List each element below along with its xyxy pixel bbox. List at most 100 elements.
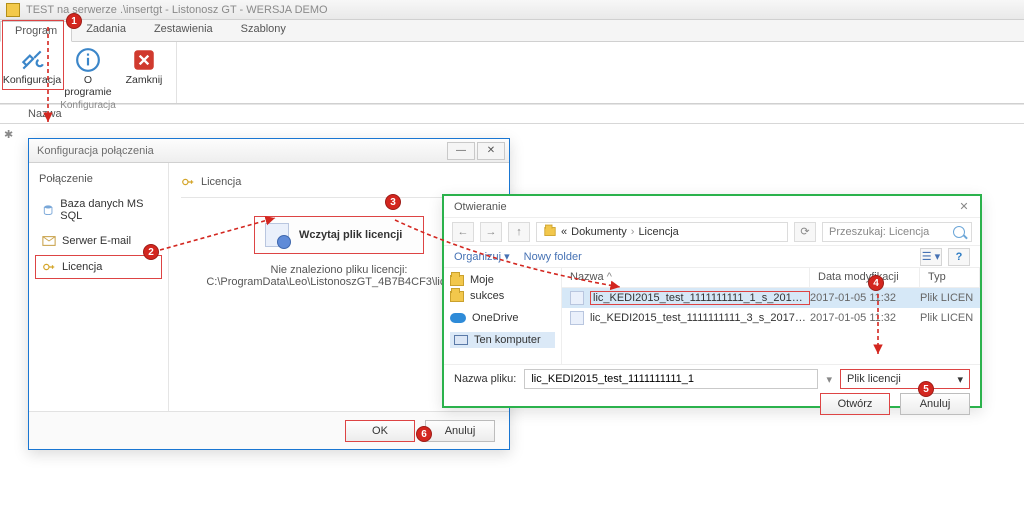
step-badge-3: 3 [385,194,401,210]
titlebar: TEST na serwerze .\insertgt - Listonosz … [0,0,1024,20]
nav-back-button[interactable]: ← [452,222,474,242]
step-badge-1: 1 [66,13,82,29]
file-icon [570,291,584,305]
load-license-button[interactable]: Wczytaj plik licencji [254,216,424,254]
search-icon [953,226,965,238]
folder-tree[interactable]: Moje sukces OneDrive Ten komputer [444,268,562,364]
step-badge-6: 6 [416,426,432,442]
step-badge-4: 4 [868,275,884,291]
filename-label: Nazwa pliku: [454,373,516,385]
tools-icon [18,46,46,74]
dialog-open-close-button[interactable]: ✕ [954,200,974,213]
breadcrumb[interactable]: « Dokumenty › Licencja [536,222,788,242]
sidebar-item-label: Serwer E-mail [62,235,131,247]
organize-button[interactable]: Organizuj ▾ [454,250,510,263]
dialog-config-footer: OK Anuluj [29,411,509,449]
view-options-button[interactable]: ☰ ▾ [920,248,942,266]
help-button[interactable]: ? [948,248,970,266]
file-date: 2017-01-05 11:32 [810,292,920,304]
grid-col-nazwa: Nazwa [28,108,62,120]
file-row[interactable]: lic_KEDI2015_test_1111111111_3_s_201701.… [562,308,980,328]
file-filter-dropdown[interactable]: Plik licencji▾ [840,369,970,389]
col-type[interactable]: Typ [920,268,980,287]
sidebar-item-label: Baza danych MS SQL [60,198,155,222]
crumb-licencja[interactable]: Licencja [638,226,678,238]
file-date: 2017-01-05 11:32 [810,312,920,324]
ribbon-btn-oprogramie[interactable]: O programie [62,44,114,100]
ribbon-btn-konfiguracja[interactable]: Konfiguracja [6,44,58,100]
col-date[interactable]: Data modyfikacji [810,268,920,287]
mail-icon [42,234,56,248]
ok-button[interactable]: OK [345,420,415,442]
col-nazwa[interactable]: Nazwa ^ [562,268,810,287]
ribbon-tabs: Program Zadania Zestawienia Szablony [0,20,1024,42]
folder-icon [450,291,464,302]
nav-refresh-button[interactable]: ⟳ [794,222,816,242]
panel-title-text: Licencja [201,176,241,188]
file-type: Plik LICEN [920,292,980,304]
tree-item-tenkomputer[interactable]: Ten komputer [450,332,555,348]
folder-icon [450,275,464,286]
open-button[interactable]: Otwórz [820,393,890,415]
file-list: Nazwa ^ Data modyfikacji Typ lic_KEDI201… [562,268,980,364]
search-placeholder: Przeszukaj: Licencja [829,226,947,238]
cancel-button[interactable]: Anuluj [900,393,970,415]
tab-szablony[interactable]: Szablony [227,20,300,41]
tree-item-sukces[interactable]: sukces [450,288,555,304]
new-folder-button[interactable]: Nowy folder [524,251,582,263]
ribbon-btn-label: Zamknij [126,74,163,86]
filename-input[interactable] [524,369,818,389]
file-icon [570,311,584,325]
crumb-documents[interactable]: Dokumenty [571,226,627,238]
tree-item-moje[interactable]: Moje [450,272,555,288]
ribbon: Konfiguracja O programie Zamknij Konfigu… [0,42,1024,104]
tree-item-onedrive[interactable]: OneDrive [450,310,555,326]
database-icon [42,203,54,217]
folder-icon [544,227,555,236]
dialog-open-titlebar[interactable]: Otwieranie ✕ [444,196,980,218]
file-filter-label: Plik licencji [847,373,901,385]
dialog-open-toolbar: Organizuj ▾ Nowy folder ☰ ▾ ? [444,246,980,268]
sidebar-item-label: Licencja [62,261,102,273]
sidebar-item-licencja[interactable]: Licencja [35,255,162,279]
dialog-config-titlebar[interactable]: Konfiguracja połączenia — ✕ [29,139,509,163]
ribbon-btn-label: Konfiguracja [3,74,61,86]
file-name: lic_KEDI2015_test_1111111111_3_s_201701.… [590,312,810,324]
app-icon [6,3,20,17]
sidebar-header: Połączenie [39,173,162,185]
tab-program[interactable]: Program [0,21,72,42]
dialog-open-title: Otwieranie [454,201,507,213]
dialog-open-nav: ← → ↑ « Dokumenty › Licencja ⟳ Przeszuka… [444,218,980,246]
file-list-header[interactable]: Nazwa ^ Data modyfikacji Typ [562,268,980,288]
close-icon [130,46,158,74]
key-icon [42,260,56,274]
dialog-config-sidebar: Połączenie Baza danych MS SQL Serwer E-m… [29,163,169,411]
sidebar-item-mssql[interactable]: Baza danych MS SQL [35,193,162,227]
dialog-open-file: Otwieranie ✕ ← → ↑ « Dokumenty › Licencj… [442,194,982,408]
document-user-icon [265,223,289,247]
tab-zestawienia[interactable]: Zestawienia [140,20,227,41]
ribbon-group-konfiguracja: Konfiguracja O programie Zamknij Konfigu… [0,42,177,103]
ribbon-btn-label: O programie [64,74,112,98]
dialog-close-button[interactable]: ✕ [477,142,505,160]
nav-up-button[interactable]: ↑ [508,222,530,242]
ribbon-btn-zamknij[interactable]: Zamknij [118,44,170,100]
file-row[interactable]: lic_KEDI2015_test_1111111111_1_s_201701.… [562,288,980,308]
grid-row-handle-icon: ✱ [4,128,13,141]
dialog-open-footer: Nazwa pliku: ▾ Plik licencji▾ Otwórz Anu… [444,364,980,408]
dialog-minimize-button[interactable]: — [447,142,475,160]
tab-zadania[interactable]: Zadania [72,20,140,41]
load-license-label: Wczytaj plik licencji [299,229,402,241]
app-window: TEST na serwerze .\insertgt - Listonosz … [0,0,1024,512]
info-icon [74,46,102,74]
dialog-config-title: Konfiguracja połączenia [37,145,154,157]
pc-icon [454,335,468,345]
step-badge-2: 2 [143,244,159,260]
nav-forward-button[interactable]: → [480,222,502,242]
step-badge-5: 5 [918,381,934,397]
key-icon [181,175,195,189]
file-type: Plik LICEN [920,312,980,324]
cancel-button[interactable]: Anuluj [425,420,495,442]
dialog-config: Konfiguracja połączenia — ✕ Połączenie B… [28,138,510,450]
search-input[interactable]: Przeszukaj: Licencja [822,222,972,242]
